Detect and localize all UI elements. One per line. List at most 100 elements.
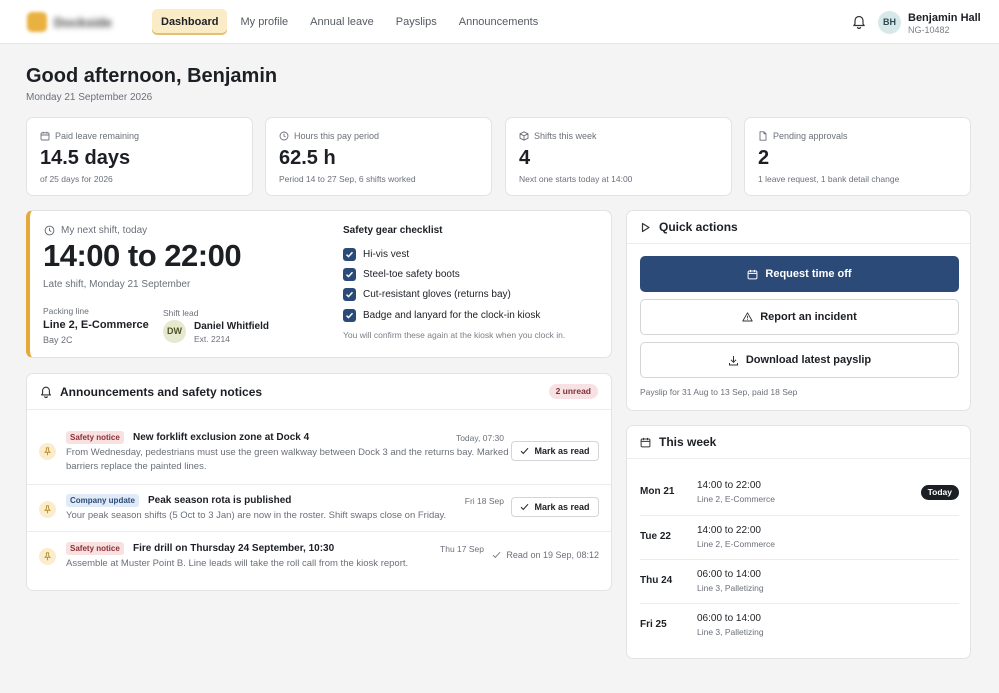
week-day: Mon 21	[640, 486, 675, 497]
checklist-item[interactable]: Badge and lanyard for the clock-in kiosk	[343, 305, 605, 325]
box-icon	[519, 131, 529, 141]
stat-card-shifts: Shifts this week 4 Next one starts today…	[505, 117, 732, 196]
check-icon	[520, 447, 529, 455]
week-line: Line 3, Palletizing	[697, 627, 764, 637]
announcement-item[interactable]: Safety notice Fire drill on Thursday 24 …	[27, 531, 611, 581]
button-label: Mark as read	[534, 502, 590, 512]
download-payslip-button[interactable]: Download latest payslip	[640, 342, 959, 378]
next-shift-card: My next shift, today 14:00 to 22:00 Late…	[26, 210, 612, 358]
announcement-item[interactable]: Safety notice New forklift exclusion zon…	[27, 420, 611, 483]
announcement-body: Your peak season shifts (5 Oct to 3 Jan)…	[66, 510, 447, 521]
checkbox-checked-icon[interactable]	[343, 308, 356, 322]
checklist-item[interactable]: Cut-resistant gloves (returns bay)	[343, 285, 605, 305]
bell-icon[interactable]	[852, 14, 866, 29]
stat-card-leave: Paid leave remaining 14.5 days of 25 day…	[26, 117, 253, 196]
tag-badge: Safety notice	[66, 542, 124, 555]
stat-card-hours: Hours this pay period 62.5 h Period 14 t…	[265, 117, 492, 196]
nav-announcements[interactable]: Announcements	[450, 9, 548, 35]
shift-lead-ext: Ext. 2214	[194, 334, 230, 344]
checkbox-checked-icon[interactable]	[343, 288, 356, 302]
logo-icon[interactable]	[27, 12, 47, 32]
main-nav: Dashboard My profile Annual leave Paysli…	[152, 9, 547, 35]
checklist-title: Safety gear checklist	[343, 225, 443, 236]
week-time: 14:00 to 22:00	[697, 480, 761, 491]
this-week-title: This week	[659, 435, 717, 449]
read-status-text: Read on 19 Sep, 08:12	[506, 550, 599, 560]
announcement-body: From Wednesday, pedestrians must use the…	[66, 447, 509, 472]
announcement-title: New forklift exclusion zone at Dock 4	[133, 432, 310, 443]
nav-dashboard[interactable]: Dashboard	[152, 9, 228, 35]
checkbox-checked-icon[interactable]	[343, 267, 356, 281]
week-line: Line 3, Palletizing	[697, 583, 764, 593]
button-label: Request time off	[765, 268, 852, 280]
button-label: Report an incident	[760, 311, 857, 323]
stat-sub: Period 14 to 27 Sep, 6 shifts worked	[279, 174, 416, 184]
today-badge: Today	[920, 485, 959, 500]
week-row[interactable]: Thu 24 06:00 to 14:00 Line 3, Palletizin…	[640, 559, 959, 603]
stat-sub: 1 leave request, 1 bank detail change	[758, 174, 900, 184]
announcement-time: Fri 18 Sep	[464, 496, 504, 506]
payslip-note: Payslip for 31 Aug to 13 Sep, paid 18 Se…	[640, 387, 798, 397]
stat-label: Shifts this week	[534, 131, 597, 141]
week-time: 14:00 to 22:00	[697, 525, 761, 536]
play-icon	[640, 222, 651, 233]
document-icon	[758, 131, 768, 141]
stat-value: 4	[519, 147, 531, 169]
brand-name[interactable]: Dockside	[54, 15, 112, 30]
announcement-time: Today, 07:30	[455, 433, 504, 443]
nav-my-profile[interactable]: My profile	[231, 9, 297, 35]
stat-label: Pending approvals	[773, 131, 848, 141]
week-row[interactable]: Mon 21 14:00 to 22:00 Line 2, E-Commerce…	[640, 471, 959, 515]
safety-checklist: Safety gear checklist Hi-vis vest Steel-…	[343, 225, 605, 340]
week-row[interactable]: Fri 25 06:00 to 14:00 Line 3, Palletizin…	[640, 603, 959, 647]
stat-value: 62.5 h	[279, 147, 336, 169]
warning-icon	[742, 312, 753, 322]
next-shift-label: My next shift, today	[61, 225, 148, 236]
mark-as-read-button[interactable]: Mark as read	[511, 441, 599, 461]
stat-card-approvals: Pending approvals 2 1 leave request, 1 b…	[744, 117, 971, 196]
pin-icon	[39, 501, 56, 518]
next-shift-time: 14:00 to 22:00	[43, 238, 242, 273]
this-week-card: This week Mon 21 14:00 to 22:00 Line 2, …	[626, 425, 971, 659]
calendar-icon	[40, 131, 50, 141]
pin-icon	[39, 443, 56, 460]
bell-icon	[40, 385, 52, 398]
report-incident-button[interactable]: Report an incident	[640, 299, 959, 335]
checklist-item[interactable]: Hi-vis vest	[343, 244, 605, 264]
top-bar: Dockside Dashboard My profile Annual lea…	[0, 0, 999, 44]
unread-badge: 2 unread	[548, 384, 598, 399]
packing-line-value: Line 2, E-Commerce	[43, 319, 149, 331]
user-avatar[interactable]: BH	[878, 11, 901, 34]
week-row[interactable]: Tue 22 14:00 to 22:00 Line 2, E-Commerce	[640, 515, 959, 559]
quick-actions-title: Quick actions	[659, 220, 738, 234]
tag-badge: Safety notice	[66, 431, 124, 444]
announcements-header: Announcements and safety notices 2 unrea…	[27, 374, 611, 410]
pin-icon	[39, 548, 56, 565]
checklist-item-label: Steel-toe safety boots	[363, 268, 460, 280]
checklist-item[interactable]: Steel-toe safety boots	[343, 264, 605, 284]
nav-annual-leave[interactable]: Annual leave	[301, 9, 383, 35]
button-label: Download latest payslip	[745, 354, 872, 366]
shift-lead-name: Daniel Whitfield	[194, 321, 269, 332]
check-icon	[520, 503, 529, 511]
week-day: Tue 22	[640, 531, 671, 542]
mark-as-read-button[interactable]: Mark as read	[511, 497, 599, 517]
announcement-time: Thu 17 Sep	[440, 544, 484, 554]
calendar-icon	[640, 437, 651, 448]
next-shift-sub: Late shift, Monday 21 September	[43, 279, 191, 290]
stat-sub: of 25 days for 2026	[40, 174, 113, 184]
request-time-off-button[interactable]: Request time off	[640, 256, 959, 292]
shift-lead-label: Shift lead	[163, 308, 199, 318]
tag-badge: Company update	[66, 494, 139, 507]
nav-payslips[interactable]: Payslips	[387, 9, 446, 35]
quick-actions-header: Quick actions	[627, 211, 970, 244]
packing-line-label: Packing line	[43, 306, 89, 316]
button-label: Mark as read	[534, 446, 590, 456]
checkbox-checked-icon[interactable]	[343, 247, 356, 261]
announcement-item[interactable]: Company update Peak season rota is publi…	[27, 484, 611, 531]
announcements-card: Announcements and safety notices 2 unrea…	[26, 373, 612, 591]
user-name[interactable]: Benjamin Hall	[908, 12, 981, 24]
stat-label: Hours this pay period	[294, 131, 380, 141]
stat-sub: Next one starts today at 14:00	[519, 174, 633, 184]
quick-actions-card: Quick actions Request time off Report an…	[626, 210, 971, 411]
